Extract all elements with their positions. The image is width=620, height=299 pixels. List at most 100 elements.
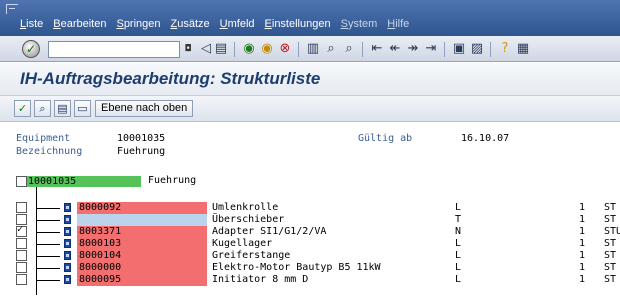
root-equipment-number[interactable]: 10001035: [27, 176, 141, 187]
item-category: T: [455, 214, 462, 225]
component-row[interactable]: 8000104 Greiferstange L 1 ST: [0, 250, 620, 262]
standard-toolbar: ✓ ◘ ◁ ▤ ◉ ◉ ⊗ ▥ ⌕ ⌕ ⇤ ↞ ↠ ⇥ ▣ ▨ ? ▦: [0, 36, 620, 62]
back-icon[interactable]: ◉: [241, 41, 257, 57]
component-description: Kugellager: [212, 238, 273, 249]
unit: ST: [604, 238, 617, 249]
select-icon[interactable]: ✓: [14, 100, 31, 117]
deselect-all-icon[interactable]: ▭: [74, 100, 91, 117]
equipment-label: Equipment: [16, 133, 71, 144]
root-checkbox[interactable]: [16, 176, 27, 187]
find-next-icon[interactable]: ⌕: [341, 41, 357, 57]
document-icon: [64, 239, 71, 248]
print-icon[interactable]: ▥: [305, 41, 321, 57]
select-all-icon[interactable]: ▤: [54, 100, 71, 117]
quantity: 1: [579, 262, 586, 273]
menu-item-umfeld[interactable]: Umfeld: [220, 18, 255, 32]
component-number[interactable]: 8000104: [77, 250, 207, 262]
tree-branch: [36, 280, 60, 281]
description-value: Fuehrung: [117, 146, 166, 157]
component-description: Greiferstange: [212, 250, 291, 261]
menu-item-hilfe[interactable]: Hilfe: [387, 18, 409, 32]
valid-from-label: Gültig ab: [358, 133, 413, 144]
save-icon[interactable]: ▤: [213, 41, 229, 57]
root-description: Fuehrung: [148, 175, 197, 186]
component-row[interactable]: 8003371 Adapter SI1/G1/2/VA N 1 STÜ: [0, 224, 620, 238]
quantity: 1: [579, 202, 586, 213]
title-bar: IH-Auftragsbearbeitung: Strukturliste: [0, 63, 620, 95]
shortcut-icon[interactable]: ▨: [469, 41, 485, 57]
help-icon[interactable]: ?: [497, 41, 513, 57]
component-description: Initiator 8 mm D: [212, 274, 309, 285]
unit: ST: [604, 274, 617, 285]
row-checkbox[interactable]: [16, 224, 27, 237]
system-menu-icon[interactable]: [6, 4, 18, 14]
toolbar-separator: [362, 42, 363, 57]
component-description: Umlenkrolle: [212, 202, 279, 213]
first-page-icon[interactable]: ⇤: [369, 41, 385, 57]
create-session-icon[interactable]: ▣: [451, 41, 467, 57]
previous-page-icon[interactable]: ↞: [387, 41, 403, 57]
tree-branch: [36, 220, 60, 221]
tree-branch: [36, 232, 60, 233]
level-up-button[interactable]: Ebene nach oben: [95, 100, 194, 117]
toolbar-separator: [444, 42, 445, 57]
unit: ST: [604, 202, 617, 213]
menu-item-liste[interactable]: Liste: [20, 18, 43, 32]
tree-branch: [36, 244, 60, 245]
toolbar-separator: [234, 42, 235, 57]
display-icon[interactable]: ⌕: [34, 100, 51, 117]
row-checkbox[interactable]: [16, 274, 27, 285]
layout-icon[interactable]: ▦: [515, 41, 531, 57]
component-number[interactable]: 8000103: [77, 238, 207, 250]
component-number[interactable]: 8003371: [77, 226, 207, 238]
next-page-icon[interactable]: ↠: [405, 41, 421, 57]
document-icon: [64, 215, 71, 224]
row-checkbox[interactable]: [16, 238, 27, 249]
quantity: 1: [579, 238, 586, 249]
cancel-icon[interactable]: ⊗: [277, 41, 293, 57]
command-toggle-icon[interactable]: ◁: [198, 41, 214, 57]
component-row[interactable]: 8000092 Umlenkrolle L 1 ST: [0, 202, 620, 214]
quantity: 1: [579, 214, 586, 225]
unit: ST: [604, 214, 617, 225]
unit: STÜ: [604, 226, 620, 237]
unit: ST: [604, 250, 617, 261]
component-description: Überschieber: [212, 214, 285, 225]
description-label: Bezeichnung: [16, 146, 83, 157]
row-checkbox[interactable]: [16, 262, 27, 273]
quantity: 1: [579, 226, 586, 237]
quantity: 1: [579, 250, 586, 261]
document-icon: [64, 251, 71, 260]
row-checkbox[interactable]: [16, 250, 27, 261]
component-description: Adapter SI1/G1/2/VA: [212, 226, 327, 237]
component-row[interactable]: 8000000 Elektro-Motor Bautyp B5 11kW L 1 ST: [0, 262, 620, 274]
last-page-icon[interactable]: ⇥: [423, 41, 439, 57]
command-history-icon[interactable]: ◘: [183, 43, 193, 56]
component-row[interactable]: 8000103 Kugellager L 1 ST: [0, 238, 620, 250]
menu-item-system[interactable]: System: [341, 18, 378, 32]
item-category: L: [455, 262, 462, 273]
exit-icon[interactable]: ◉: [259, 41, 275, 57]
component-row[interactable]: 8000095 Initiator 8 mm D L 1 ST: [0, 274, 620, 286]
menu-item-einstellungen[interactable]: Einstellungen: [265, 18, 331, 32]
enter-icon[interactable]: ✓: [22, 40, 40, 58]
tree-branch: [36, 268, 60, 269]
find-icon[interactable]: ⌕: [323, 41, 339, 57]
command-field[interactable]: [48, 41, 180, 58]
component-row[interactable]: Überschieber T 1 ST: [0, 214, 620, 226]
document-icon: [64, 203, 71, 212]
row-checkbox[interactable]: [16, 202, 27, 213]
menu-item-springen[interactable]: Springen: [116, 18, 160, 32]
application-toolbar: ✓ ⌕ ▤ ▭ Ebene nach oben: [0, 95, 620, 122]
valid-from-value: 16.10.07: [461, 133, 510, 144]
menu-item-bearbeiten[interactable]: Bearbeiten: [53, 18, 106, 32]
toolbar-separator: [298, 42, 299, 57]
component-number[interactable]: 8000092: [77, 202, 207, 214]
quantity: 1: [579, 274, 586, 285]
item-category: L: [455, 274, 462, 285]
menu-item-zusaetze[interactable]: Zusätze: [171, 18, 210, 32]
component-number[interactable]: [77, 214, 207, 226]
component-number[interactable]: 8000000: [77, 262, 207, 274]
structure-list: Equipment 10001035 Gültig ab 16.10.07 Be…: [0, 123, 620, 299]
component-number[interactable]: 8000095: [77, 274, 207, 286]
